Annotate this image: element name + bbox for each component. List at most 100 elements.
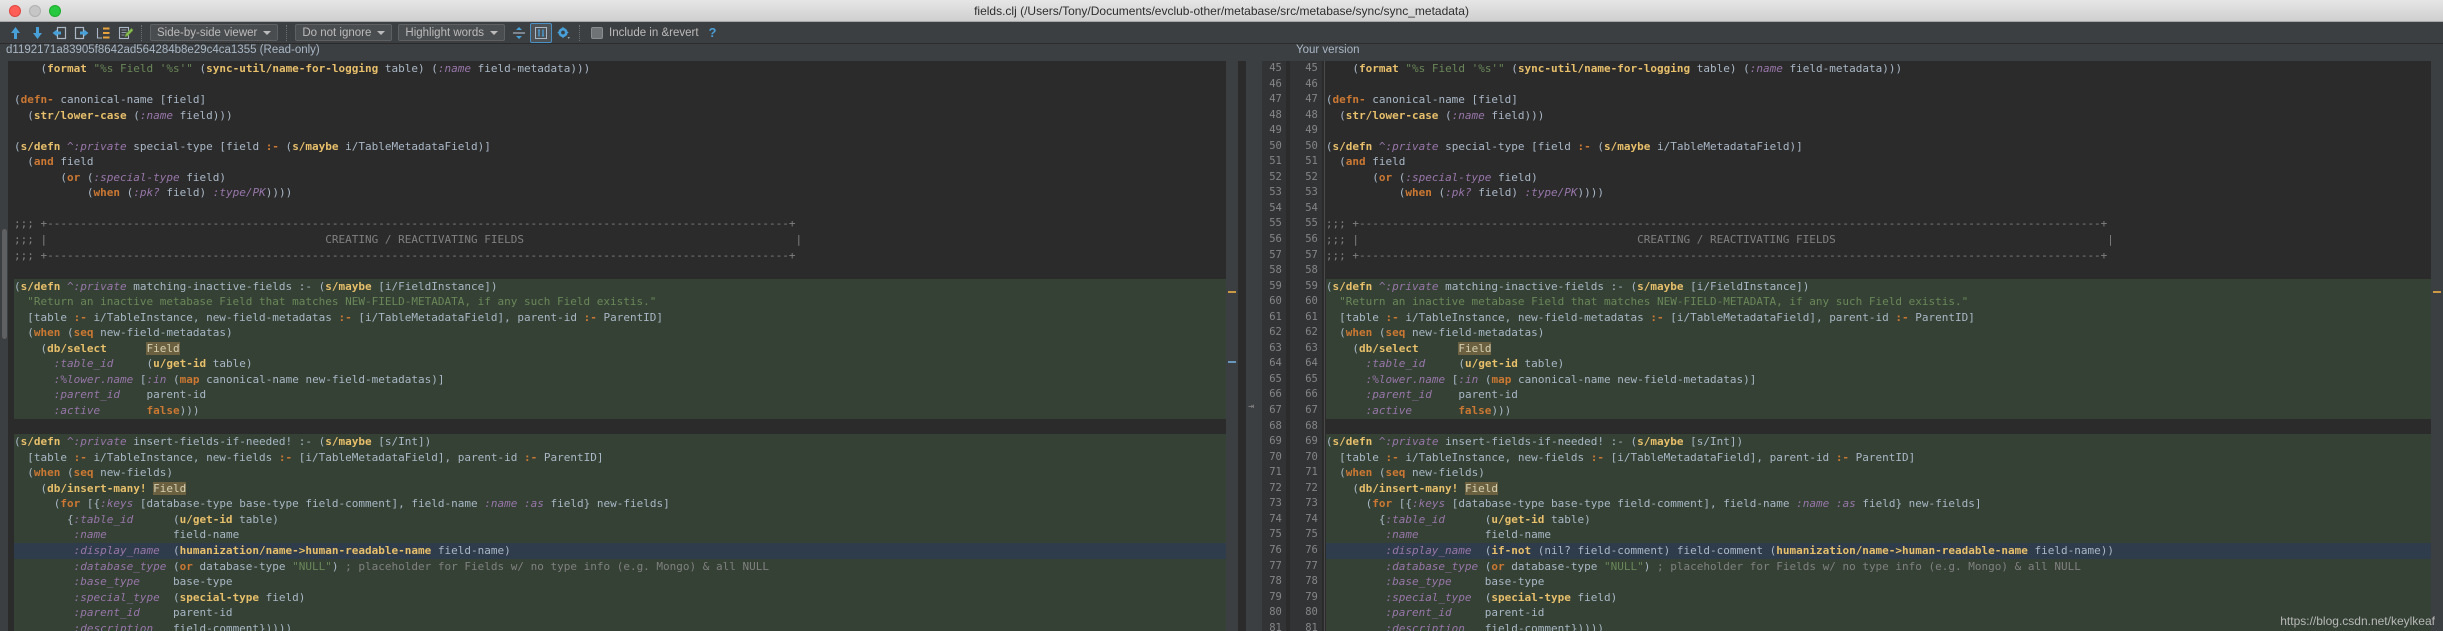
left-code-lines[interactable]: (format "%s Field '%s'" (sync-util/name-…	[14, 61, 1238, 631]
code-line[interactable]: :parent_id parent-id	[14, 605, 1238, 621]
code-line[interactable]: (or (:special-type field)	[14, 170, 1238, 186]
code-line[interactable]: :base_type base-type	[1325, 574, 2443, 590]
code-line[interactable]: (str/lower-case (:name field)))	[1326, 108, 2443, 124]
code-line[interactable]: :parent_id parent-id	[1325, 387, 2443, 404]
code-line[interactable]: (db/insert-many! Field	[14, 480, 1238, 497]
code-line[interactable]: :%lower.name [:in (map canonical-name ne…	[1325, 371, 2443, 388]
code-line[interactable]: (s/defn ^:private special-type [field :-…	[14, 139, 1238, 155]
ignore-policy-dropdown[interactable]: Do not ignore	[295, 24, 393, 41]
code-line[interactable]: (when (seq new-fields)	[1325, 465, 2443, 481]
code-line[interactable]: (s/defn ^:private special-type [field :-…	[1326, 139, 2443, 155]
code-line[interactable]: :name field-name	[1325, 527, 2443, 543]
code-line[interactable]: :database_type (or database-type "NULL")…	[1325, 558, 2443, 575]
code-line[interactable]	[14, 201, 1238, 217]
code-line[interactable]: :base_type base-type	[14, 574, 1238, 590]
code-line[interactable]: (when (seq new-field-metadatas)	[14, 325, 1238, 341]
right-diff-pane[interactable]: 45 46 47 48 49 50 51 52 53 54 55 56 57 58 59 60 61 62 63 64…	[1253, 61, 2443, 631]
code-line[interactable]: (format "%s Field '%s'" (sync-util/name-…	[1326, 61, 2443, 77]
code-line[interactable]: [table :- i/TableInstance, new-fields :-…	[14, 449, 1238, 466]
code-line[interactable]: ;;; | CREATING / REACTIVATING FIELDS |	[14, 232, 1238, 248]
code-line[interactable]: "Return an inactive metabase Field that …	[14, 294, 1238, 310]
collapse-unchanged-icon[interactable]	[508, 23, 530, 43]
code-line[interactable]: :special_type (special-type field)	[1325, 589, 2443, 606]
accept-right-icon[interactable]	[70, 23, 92, 43]
code-line[interactable]: (for [{:keys [database-type base-type fi…	[1325, 496, 2443, 512]
code-line[interactable]	[1326, 201, 2443, 217]
code-line[interactable]: (s/defn ^:private matching-inactive-fiel…	[1325, 278, 2443, 295]
code-line[interactable]: (when (:pk? field) :type/PK))))	[1326, 185, 2443, 201]
left-pane-gutter[interactable]	[0, 61, 8, 631]
code-line[interactable]	[14, 123, 1238, 139]
code-line[interactable]: {:table_id (u/get-id table)	[1325, 511, 2443, 528]
accept-left-icon[interactable]	[48, 23, 70, 43]
merge-connector-icon[interactable]: ⇥	[1248, 401, 1254, 412]
code-line[interactable]: :active false)))	[1325, 403, 2443, 419]
code-line[interactable]: :table_id (u/get-id table)	[1325, 356, 2443, 372]
synchronize-scroll-icon[interactable]	[530, 22, 553, 43]
code-line[interactable]: ;;; +-----------------------------------…	[1326, 248, 2443, 264]
code-line[interactable]: :description field-comment}))))	[14, 620, 1238, 631]
code-line[interactable]: :description field-comment}))))	[1325, 620, 2443, 631]
code-line[interactable]: [table :- i/TableInstance, new-field-met…	[1325, 309, 2443, 326]
code-line[interactable]	[14, 77, 1238, 93]
code-line[interactable]: :name field-name	[14, 527, 1238, 543]
code-line[interactable]: [table :- i/TableInstance, new-field-met…	[14, 309, 1238, 326]
code-line[interactable]: (for [{:keys [database-type base-type fi…	[14, 496, 1238, 512]
code-line[interactable]	[1326, 77, 2443, 93]
left-diff-pane[interactable]: (format "%s Field '%s'" (sync-util/name-…	[0, 61, 1238, 631]
code-line[interactable]	[14, 263, 1238, 279]
code-line[interactable]: (when (seq new-field-metadatas)	[1325, 325, 2443, 341]
code-line[interactable]: :parent_id parent-id	[14, 387, 1238, 404]
code-line[interactable]: :parent_id parent-id	[1325, 605, 2443, 621]
maximize-window-button[interactable]	[49, 4, 61, 17]
code-line[interactable]: :special_type (special-type field)	[14, 589, 1238, 606]
code-line[interactable]: (when (seq new-fields)	[14, 465, 1238, 481]
viewer-mode-dropdown[interactable]: Side-by-side viewer	[150, 24, 279, 41]
include-in-revert-checkbox[interactable]: Include in &revert	[591, 26, 699, 39]
code-line[interactable]: (and field	[1326, 154, 2443, 170]
list-compare-icon[interactable]	[92, 23, 114, 43]
code-line[interactable]: ;;; +-----------------------------------…	[14, 248, 1238, 264]
code-line[interactable]: (defn- canonical-name [field]	[1326, 92, 2443, 108]
code-line[interactable]	[1326, 419, 2443, 435]
code-line[interactable]: :database_type (or database-type "NULL")…	[14, 558, 1238, 575]
next-difference-icon[interactable]	[26, 23, 48, 43]
highlight-policy-dropdown[interactable]: Highlight words	[398, 24, 506, 41]
right-error-stripe[interactable]	[2431, 61, 2443, 631]
left-error-stripe[interactable]	[1225, 61, 1238, 631]
minimize-window-button[interactable]	[29, 4, 41, 17]
code-line[interactable]: (s/defn ^:private matching-inactive-fiel…	[14, 278, 1238, 295]
close-window-button[interactable]	[9, 4, 21, 17]
code-line[interactable]: (str/lower-case (:name field)))	[14, 108, 1238, 124]
code-line[interactable]: ;;; +-----------------------------------…	[1326, 216, 2443, 232]
code-line[interactable]: :display_name (if-not (nil? field-commen…	[1325, 542, 2443, 559]
code-line[interactable]: (db/insert-many! Field	[1325, 480, 2443, 497]
code-line[interactable]: (defn- canonical-name [field]	[14, 92, 1238, 108]
help-icon[interactable]: ?	[709, 25, 717, 40]
diff-splitter[interactable]: ⇥	[1246, 61, 1262, 631]
code-line[interactable]: :active false)))	[14, 403, 1238, 419]
code-line[interactable]: ;;; +-----------------------------------…	[14, 216, 1238, 232]
previous-difference-icon[interactable]	[4, 23, 26, 43]
code-line[interactable]: (s/defn ^:private insert-fields-if-neede…	[1325, 434, 2443, 450]
edit-source-icon[interactable]	[114, 23, 136, 43]
code-line[interactable]: {:table_id (u/get-id table)	[14, 511, 1238, 528]
code-line[interactable]: (or (:special-type field)	[1326, 170, 2443, 186]
code-line[interactable]: (format "%s Field '%s'" (sync-util/name-…	[14, 61, 1238, 77]
code-line[interactable]: (and field	[14, 154, 1238, 170]
code-line[interactable]: :%lower.name [:in (map canonical-name ne…	[14, 371, 1238, 388]
code-line[interactable]	[1326, 123, 2443, 139]
code-line[interactable]: (db/select Field	[1325, 340, 2443, 357]
left-scroll-thumb[interactable]	[2, 229, 7, 339]
right-code-lines[interactable]: (format "%s Field '%s'" (sync-util/name-…	[1325, 61, 2443, 631]
code-line[interactable]: (s/defn ^:private insert-fields-if-neede…	[14, 434, 1238, 450]
code-line[interactable]	[1326, 263, 2443, 279]
code-line[interactable]: (when (:pk? field) :type/PK))))	[14, 185, 1238, 201]
code-line[interactable]: :display_name (humanization/name->human-…	[14, 542, 1238, 559]
code-line[interactable]: "Return an inactive metabase Field that …	[1325, 294, 2443, 310]
code-line[interactable]: [table :- i/TableInstance, new-fields :-…	[1325, 449, 2443, 466]
code-line[interactable]: :table_id (u/get-id table)	[14, 356, 1238, 372]
code-line[interactable]: (db/select Field	[14, 340, 1238, 357]
gear-icon[interactable]	[552, 23, 574, 43]
code-line[interactable]: ;;; | CREATING / REACTIVATING FIELDS |	[1326, 232, 2443, 248]
